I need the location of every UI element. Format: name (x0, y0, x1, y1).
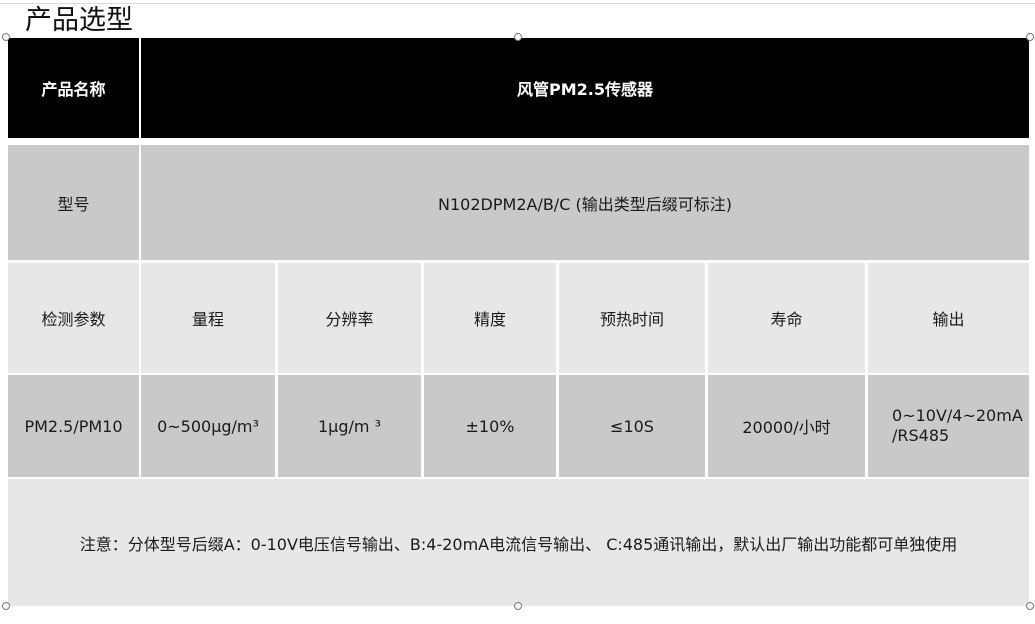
spec-header-accuracy: 精度 (424, 263, 556, 373)
spec-header-range: 量程 (141, 263, 275, 373)
resize-handle-bottom-left[interactable] (2, 602, 10, 610)
product-name-value: 风管PM2.5传感器 (141, 38, 1029, 138)
spec-header-resolution: 分辨率 (278, 263, 421, 373)
resize-handle-top-left[interactable] (2, 33, 10, 41)
product-name-label: 产品名称 (8, 38, 139, 138)
resize-handle-bottom-right[interactable] (1026, 602, 1034, 610)
spec-value-lifetime: 20000/小时 (708, 375, 865, 477)
page-title: 产品选型 (25, 5, 133, 36)
note-text: 注意：分体型号后缀A：0-10V电压信号输出、B:4-20mA电流信号输出、 C… (8, 479, 1029, 606)
model-label: 型号 (8, 145, 139, 260)
spec-header-warmup: 预热时间 (559, 263, 705, 373)
spec-value-accuracy: ±10% (424, 375, 556, 477)
spec-value-warmup: ≤10S (559, 375, 705, 477)
spec-header-parameter: 检测参数 (8, 263, 139, 373)
resize-handle-top-center[interactable] (514, 33, 522, 41)
top-divider (0, 3, 1035, 4)
model-value: N102DPM2A/B/C (输出类型后缀可标注) (141, 145, 1029, 260)
product-selection-table[interactable]: 产品名称 风管PM2.5传感器 型号 N102DPM2A/B/C (输出类型后缀… (6, 37, 1030, 607)
spec-value-range: 0~500μg/m³ (141, 375, 275, 477)
spec-value-output: 0~10V/4~20mA /RS485 (868, 375, 1029, 477)
spec-header-output: 输出 (868, 263, 1029, 373)
resize-handle-top-right[interactable] (1026, 33, 1034, 41)
spec-value-parameter: PM2.5/PM10 (8, 375, 139, 477)
spec-header-lifetime: 寿命 (708, 263, 865, 373)
spec-value-resolution: 1μg/m ³ (278, 375, 421, 477)
resize-handle-bottom-center[interactable] (514, 602, 522, 610)
